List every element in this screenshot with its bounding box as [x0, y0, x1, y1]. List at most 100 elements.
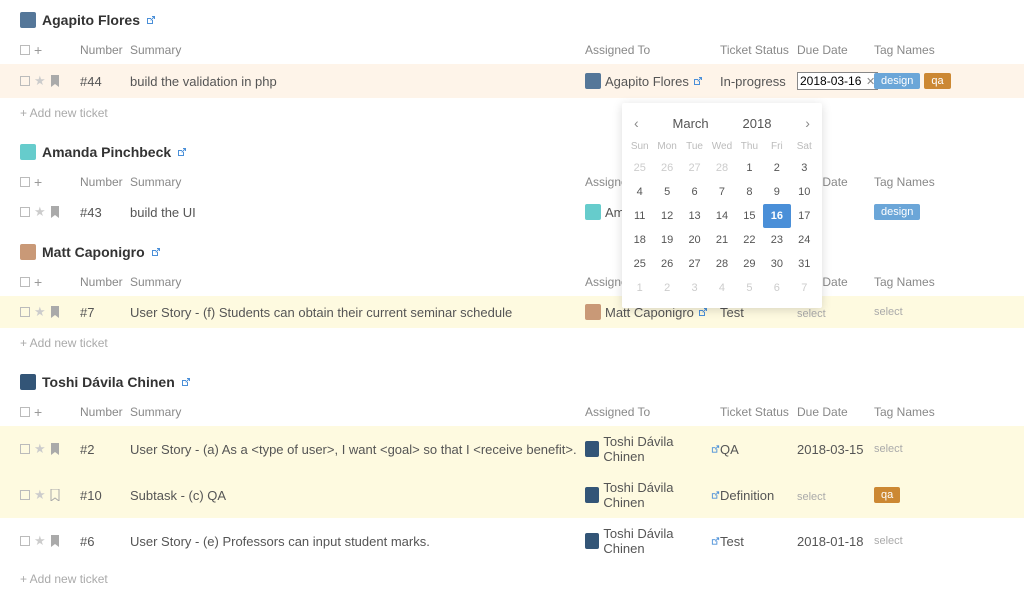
tag-badge[interactable]: design	[874, 204, 920, 220]
tag-badge[interactable]: qa	[924, 73, 950, 89]
year-label[interactable]: 2018	[743, 116, 772, 131]
ticket-status[interactable]: In-progress	[720, 74, 797, 89]
table-row[interactable]: ★ #2 User Story - (a) As a <type of user…	[0, 426, 1024, 472]
external-link-icon[interactable]	[181, 377, 191, 387]
bookmark-icon[interactable]	[50, 443, 60, 455]
tag-badge[interactable]: design	[874, 73, 920, 89]
bookmark-icon[interactable]	[50, 75, 60, 87]
external-link-icon[interactable]	[711, 444, 720, 454]
calendar-day[interactable]: 7	[708, 180, 735, 204]
calendar-day[interactable]: 15	[736, 204, 763, 228]
calendar-day[interactable]: 20	[681, 228, 708, 252]
ticket-summary[interactable]: Subtask - (c) QA	[130, 488, 585, 503]
calendar-day[interactable]: 28	[708, 156, 735, 180]
ticket-status[interactable]: Definition	[720, 488, 797, 503]
add-icon[interactable]: +	[34, 274, 42, 290]
ticket-summary[interactable]: User Story - (f) Students can obtain the…	[130, 305, 585, 320]
calendar-day[interactable]: 24	[791, 228, 818, 252]
table-row[interactable]: ★ #7 User Story - (f) Students can obtai…	[0, 296, 1024, 328]
ticket-summary[interactable]: User Story - (e) Professors can input st…	[130, 534, 585, 549]
ticket-status[interactable]: QA	[720, 442, 797, 457]
calendar-day[interactable]: 26	[653, 252, 680, 276]
external-link-icon[interactable]	[151, 247, 161, 257]
add-new-ticket-link[interactable]: + Add new ticket	[0, 564, 1024, 594]
external-link-icon[interactable]	[711, 490, 720, 500]
assignee-name[interactable]: Toshi Dávila Chinen	[603, 480, 707, 510]
calendar-day[interactable]: 5	[653, 180, 680, 204]
star-icon[interactable]: ★	[34, 304, 46, 320]
bookmark-icon[interactable]	[50, 489, 60, 501]
ticket-summary[interactable]: build the validation in php	[130, 74, 585, 89]
calendar-day[interactable]: 26	[653, 156, 680, 180]
calendar-day[interactable]: 7	[791, 276, 818, 300]
external-link-icon[interactable]	[693, 76, 703, 86]
ticket-summary[interactable]: User Story - (a) As a <type of user>, I …	[130, 442, 585, 457]
calendar-day[interactable]: 27	[681, 156, 708, 180]
table-row[interactable]: ★ #6 User Story - (e) Professors can inp…	[0, 518, 1024, 564]
bookmark-icon[interactable]	[50, 306, 60, 318]
month-label[interactable]: March	[673, 116, 709, 131]
add-icon[interactable]: +	[34, 174, 42, 190]
calendar-day[interactable]: 11	[626, 204, 653, 228]
select-all-checkbox[interactable]	[20, 177, 30, 187]
star-icon[interactable]: ★	[34, 204, 46, 220]
next-month-icon[interactable]: ›	[805, 115, 810, 131]
add-new-ticket-link[interactable]: + Add new ticket	[0, 98, 1024, 128]
calendar-day[interactable]: 23	[763, 228, 790, 252]
calendar-day[interactable]: 17	[791, 204, 818, 228]
assignee-name[interactable]: Toshi Dávila Chinen	[603, 526, 707, 556]
select-all-checkbox[interactable]	[20, 407, 30, 417]
external-link-icon[interactable]	[177, 147, 187, 157]
calendar-day[interactable]: 5	[736, 276, 763, 300]
row-checkbox[interactable]	[20, 490, 30, 500]
row-checkbox[interactable]	[20, 76, 30, 86]
calendar-day[interactable]: 4	[708, 276, 735, 300]
calendar-day[interactable]: 3	[791, 156, 818, 180]
ticket-status[interactable]: Test	[720, 534, 797, 549]
calendar-day[interactable]: 12	[653, 204, 680, 228]
calendar-day[interactable]: 22	[736, 228, 763, 252]
ticket-number[interactable]: #7	[80, 305, 130, 320]
ticket-number[interactable]: #43	[80, 205, 130, 220]
star-icon[interactable]: ★	[34, 441, 46, 457]
row-checkbox[interactable]	[20, 444, 30, 454]
due-date-select[interactable]: select	[797, 491, 826, 503]
due-date-input[interactable]: ✕	[797, 72, 878, 90]
calendar-day[interactable]: 6	[763, 276, 790, 300]
bookmark-icon[interactable]	[50, 535, 60, 547]
date-picker[interactable]: ‹ March 2018 › SunMonTueWedThuFriSat2526…	[622, 103, 822, 308]
ticket-number[interactable]: #10	[80, 488, 130, 503]
table-row[interactable]: ★ #44 build the validation in php Agapit…	[0, 64, 1024, 98]
calendar-day[interactable]: 1	[626, 276, 653, 300]
row-checkbox[interactable]	[20, 536, 30, 546]
external-link-icon[interactable]	[711, 536, 720, 546]
calendar-day[interactable]: 1	[736, 156, 763, 180]
tag-badge[interactable]: qa	[874, 487, 900, 503]
table-row[interactable]: ★ #43 build the UI Amanda Pinc design	[0, 196, 1024, 228]
assignee-name[interactable]: Toshi Dávila Chinen	[603, 434, 707, 464]
due-date-field[interactable]	[800, 74, 864, 88]
external-link-icon[interactable]	[698, 307, 708, 317]
group-name[interactable]: Matt Caponigro	[42, 244, 145, 260]
ticket-number[interactable]: #2	[80, 442, 130, 457]
star-icon[interactable]: ★	[34, 73, 46, 89]
calendar-day[interactable]: 19	[653, 228, 680, 252]
calendar-day[interactable]: 8	[736, 180, 763, 204]
calendar-day[interactable]: 25	[626, 156, 653, 180]
tag-select[interactable]: select	[874, 306, 903, 318]
calendar-day[interactable]: 14	[708, 204, 735, 228]
table-row[interactable]: ★ #10 Subtask - (c) QA Toshi Dávila Chin…	[0, 472, 1024, 518]
tag-select[interactable]: select	[874, 443, 903, 455]
calendar-day[interactable]: 2	[653, 276, 680, 300]
select-all-checkbox[interactable]	[20, 45, 30, 55]
group-name[interactable]: Toshi Dávila Chinen	[42, 374, 175, 390]
select-all-checkbox[interactable]	[20, 277, 30, 287]
ticket-number[interactable]: #44	[80, 74, 130, 89]
calendar-day[interactable]: 18	[626, 228, 653, 252]
calendar-day[interactable]: 31	[791, 252, 818, 276]
calendar-day[interactable]: 27	[681, 252, 708, 276]
prev-month-icon[interactable]: ‹	[634, 115, 639, 131]
add-icon[interactable]: +	[34, 404, 42, 420]
calendar-day[interactable]: 28	[708, 252, 735, 276]
calendar-day[interactable]: 3	[681, 276, 708, 300]
